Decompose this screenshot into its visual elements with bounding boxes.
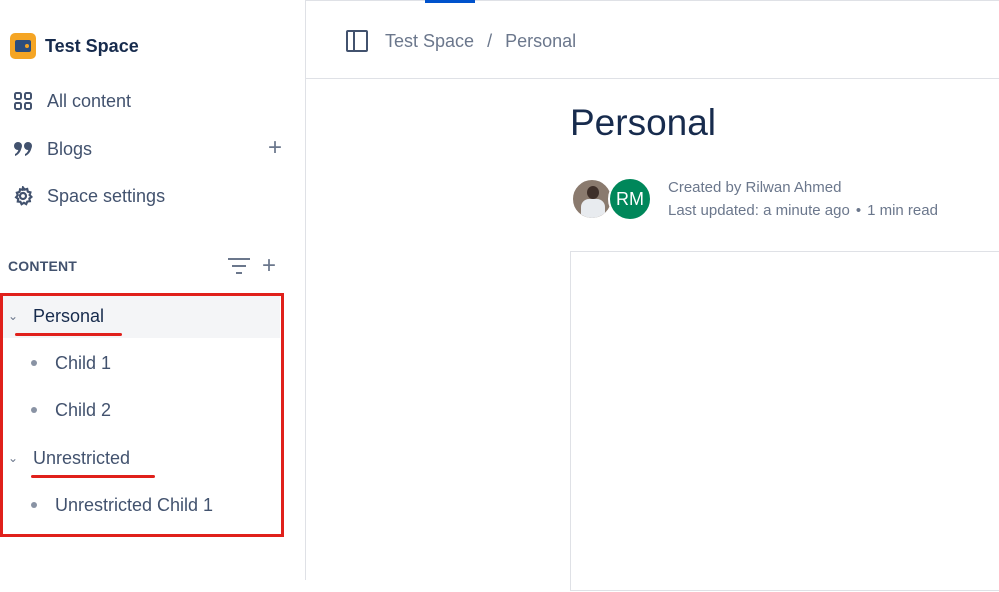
breadcrumb-page[interactable]: Personal bbox=[505, 31, 576, 52]
sidebar: Test Space All content Blogs + Space set… bbox=[0, 0, 305, 580]
sidebar-item-label: All content bbox=[47, 90, 132, 111]
last-updated: Last updated: a minute ago bbox=[668, 202, 850, 219]
page-body bbox=[570, 251, 999, 591]
page-meta: Created by Rilwan Ahmed Last updated: a … bbox=[668, 176, 938, 222]
space-header[interactable]: Test Space bbox=[10, 32, 139, 60]
sidebar-divider bbox=[305, 0, 306, 580]
space-logo-icon bbox=[10, 33, 36, 59]
created-by: Created by Rilwan Ahmed bbox=[668, 179, 842, 196]
header-divider bbox=[306, 78, 999, 79]
sidebar-toggle-icon[interactable] bbox=[346, 30, 368, 52]
breadcrumb-space[interactable]: Test Space bbox=[385, 31, 474, 52]
sidebar-item-label: Blogs bbox=[47, 138, 93, 159]
annotation-underline bbox=[31, 475, 155, 478]
annotation-highlight-box bbox=[0, 293, 284, 537]
avatar[interactable] bbox=[571, 178, 613, 220]
top-border bbox=[306, 0, 999, 1]
active-tab-indicator bbox=[425, 0, 475, 3]
add-content-button[interactable]: + bbox=[262, 252, 276, 280]
annotation-underline bbox=[15, 333, 122, 336]
sidebar-item-space-settings[interactable]: Space settings bbox=[12, 183, 282, 209]
add-blog-button[interactable]: + bbox=[268, 134, 282, 162]
gear-icon bbox=[12, 185, 34, 207]
sidebar-item-label: Space settings bbox=[47, 185, 166, 206]
breadcrumb: Test Space / Personal bbox=[346, 28, 576, 54]
breadcrumb-separator: / bbox=[487, 30, 493, 51]
filter-icon[interactable] bbox=[227, 256, 251, 276]
sidebar-item-all-content[interactable]: All content bbox=[12, 88, 282, 114]
content-section-heading: CONTENT bbox=[8, 258, 78, 274]
space-name: Test Space bbox=[45, 35, 139, 56]
sidebar-item-blogs[interactable]: Blogs + bbox=[12, 134, 282, 162]
page-title: Personal bbox=[570, 102, 717, 143]
grid-icon bbox=[12, 90, 34, 112]
read-time: 1 min read bbox=[867, 202, 938, 219]
avatar-initials[interactable]: RM bbox=[608, 177, 652, 221]
meta-separator: • bbox=[855, 202, 862, 219]
quote-icon bbox=[12, 138, 34, 160]
